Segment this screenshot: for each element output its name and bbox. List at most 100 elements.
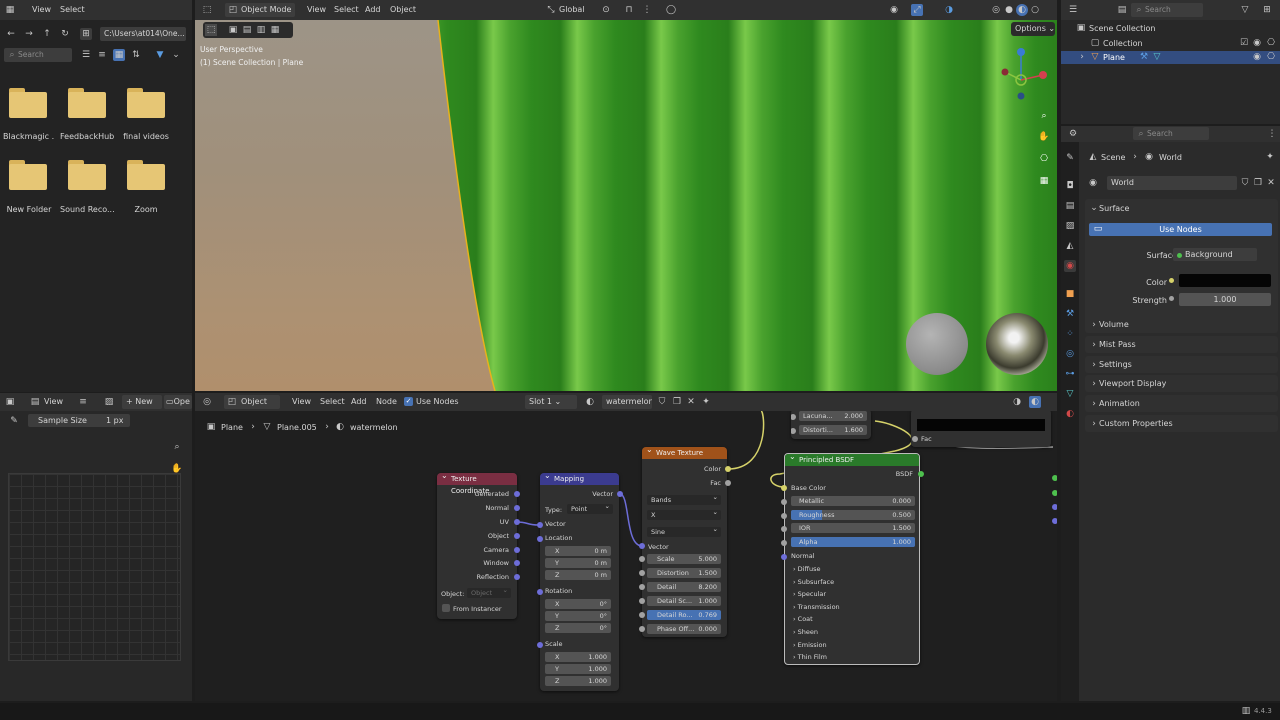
bsdf-panel-row[interactable]: › Emission xyxy=(793,641,827,649)
fake-user-icon[interactable]: ⛉ xyxy=(656,396,668,408)
display-mode-icon[interactable]: ▤ xyxy=(1116,4,1128,16)
uv-socket[interactable] xyxy=(514,519,520,525)
render-tab-icon[interactable]: ◘ xyxy=(1064,180,1076,192)
physics-tab-icon[interactable]: ◎ xyxy=(1064,348,1076,360)
list-vertical-icon[interactable]: ☰ xyxy=(80,49,92,61)
bsdf-panel-row[interactable]: › Thin Film xyxy=(793,653,827,661)
scale-socket[interactable] xyxy=(639,556,645,562)
surface-shader-select[interactable]: Background xyxy=(1173,248,1257,261)
material-preview-icon[interactable]: ◐ xyxy=(1016,4,1028,16)
bsdf-panel-row[interactable]: › Coat xyxy=(793,615,813,623)
image-browse-icon[interactable]: ▨ xyxy=(103,396,115,408)
properties-panel-row[interactable]: › Volume xyxy=(1085,316,1278,333)
properties-panel-row[interactable]: › Animation xyxy=(1085,395,1278,413)
back-icon[interactable]: ← xyxy=(5,28,17,40)
folder-icon[interactable] xyxy=(9,160,47,190)
folder-icon[interactable] xyxy=(127,160,165,190)
eye-icon[interactable]: ◉ xyxy=(1251,37,1263,49)
location-y[interactable]: Y 0 m xyxy=(545,558,611,568)
proportional-edit-icon[interactable]: ◯ xyxy=(665,4,677,16)
forward-icon[interactable]: → xyxy=(23,28,35,40)
camera-icon[interactable]: ⎔ xyxy=(1265,37,1277,49)
duplicate-icon[interactable]: ❐ xyxy=(1252,177,1264,189)
pin-icon[interactable]: ✦ xyxy=(1264,151,1276,163)
offscreen-socket[interactable] xyxy=(1052,518,1057,524)
bsdf-out-socket[interactable] xyxy=(918,471,924,477)
solid-icon[interactable]: ● xyxy=(1003,4,1015,16)
overlay-icon[interactable]: ◑ xyxy=(943,4,955,16)
mapping-type-select[interactable]: Point xyxy=(567,501,613,514)
material-name-field[interactable]: watermelon xyxy=(602,395,652,409)
detail-field[interactable]: Detail 8.200 xyxy=(647,582,721,592)
snap-target-icon[interactable]: ⋮ xyxy=(641,4,653,16)
offscreen-socket[interactable] xyxy=(1052,504,1057,510)
view-mode-icon[interactable]: ▤ xyxy=(29,396,41,408)
ne-menu-node[interactable]: Node xyxy=(376,397,397,406)
vp-menu-view[interactable]: View xyxy=(307,5,326,14)
new-image-button[interactable]: + New xyxy=(122,395,162,409)
properties-panel-row[interactable]: › Settings xyxy=(1085,355,1278,373)
rotation-y[interactable]: Y 0° xyxy=(545,611,611,621)
zoom-icon[interactable]: ⌕ xyxy=(1038,110,1050,122)
pivot-icon[interactable]: ⊙ xyxy=(600,4,612,16)
offscreen-socket[interactable] xyxy=(1052,490,1057,496)
snap-icon[interactable]: ⊓ xyxy=(623,4,635,16)
alpha-field[interactable]: Alpha 1.000 xyxy=(791,537,915,547)
properties-panel-row[interactable]: › Custom Properties xyxy=(1085,415,1278,432)
properties-panel-row[interactable]: › Viewport Display xyxy=(1085,375,1278,393)
sample-tool-icon[interactable]: ✎ xyxy=(8,415,20,427)
offscreen-socket[interactable] xyxy=(1052,475,1057,481)
world-name-field[interactable]: World xyxy=(1107,176,1237,190)
wave-type-select[interactable]: Bands xyxy=(647,492,721,505)
image-canvas[interactable] xyxy=(8,473,181,661)
texture-coordinate-node[interactable]: Texture Coordinate Generated Normal UV O… xyxy=(437,473,517,619)
fb-menu-select[interactable]: Select xyxy=(60,5,85,14)
phase-offset-field[interactable]: Phase Off... 0.000 xyxy=(647,624,721,634)
tool-tab-icon[interactable]: ✎ xyxy=(1064,152,1076,164)
properties-panel-row[interactable]: › Mist Pass xyxy=(1085,335,1278,353)
scale-socket[interactable] xyxy=(537,642,543,648)
close-icon[interactable]: ✕ xyxy=(685,396,697,408)
folder-icon[interactable] xyxy=(9,88,47,118)
checkbox-icon[interactable]: ☑ xyxy=(1238,37,1250,49)
ie-menu-view[interactable]: View xyxy=(44,397,63,406)
select-extend-icon[interactable]: ▤ xyxy=(241,24,253,36)
wave-direction-select[interactable]: X xyxy=(647,507,721,520)
collection-label[interactable]: Collection xyxy=(1103,39,1143,48)
node-title[interactable]: Texture Coordinate xyxy=(437,473,517,495)
ne-menu-select[interactable]: Select xyxy=(320,397,345,406)
input-socket[interactable] xyxy=(791,428,796,434)
duplicate-icon[interactable]: ❐ xyxy=(671,396,683,408)
scale-z[interactable]: Z 1.000 xyxy=(545,676,611,686)
rendered-icon[interactable]: ○ xyxy=(1029,4,1041,16)
folder-icon[interactable] xyxy=(68,160,106,190)
fake-user-icon[interactable]: ⛉ xyxy=(1239,177,1251,189)
detail-scale-socket[interactable] xyxy=(639,598,645,604)
phase-offset-socket[interactable] xyxy=(639,626,645,632)
bsdf-panel-row[interactable]: › Sheen xyxy=(793,628,818,636)
wave-texture-node[interactable]: Wave Texture Color Fac Bands X Sine Vect… xyxy=(642,447,727,637)
ior-field[interactable]: IOR 1.500 xyxy=(791,523,915,533)
visibility-icon[interactable]: ◉ xyxy=(888,4,900,16)
material-tab-icon[interactable]: ◐ xyxy=(1064,408,1076,420)
location-x[interactable]: X 0 m xyxy=(545,546,611,556)
detail-scale-field[interactable]: Detail Sc... 1.000 xyxy=(647,596,721,606)
grid-icon[interactable]: ▦ xyxy=(1038,175,1050,187)
mapping-node[interactable]: Mapping Vector Type: Point Vector Locati… xyxy=(540,473,619,691)
detail-socket[interactable] xyxy=(639,584,645,590)
scene-tab-icon[interactable]: ◭ xyxy=(1064,240,1076,252)
object-picker[interactable]: Object xyxy=(467,585,511,598)
list-horizontal-icon[interactable]: ≡ xyxy=(96,49,108,61)
filter-icon[interactable]: ▼ xyxy=(154,49,166,61)
alpha-socket[interactable] xyxy=(781,540,787,546)
mapping-vector-in-socket[interactable] xyxy=(537,522,543,528)
lacunarity-field[interactable]: Lacuna... 2.000 xyxy=(799,411,867,421)
rotation-z[interactable]: Z 0° xyxy=(545,623,611,633)
color-out-socket[interactable] xyxy=(725,466,731,472)
modifier-tab-icon[interactable]: ⚒ xyxy=(1064,308,1076,320)
vp-menu-select[interactable]: Select xyxy=(334,5,359,14)
world-browse-icon[interactable]: ◉ xyxy=(1087,177,1099,189)
open-image-button[interactable]: ▭Ope xyxy=(164,395,192,409)
orientation-select[interactable]: Global xyxy=(559,5,585,14)
detail-roughness-field[interactable]: Detail Ro... 0.769 xyxy=(647,610,721,620)
